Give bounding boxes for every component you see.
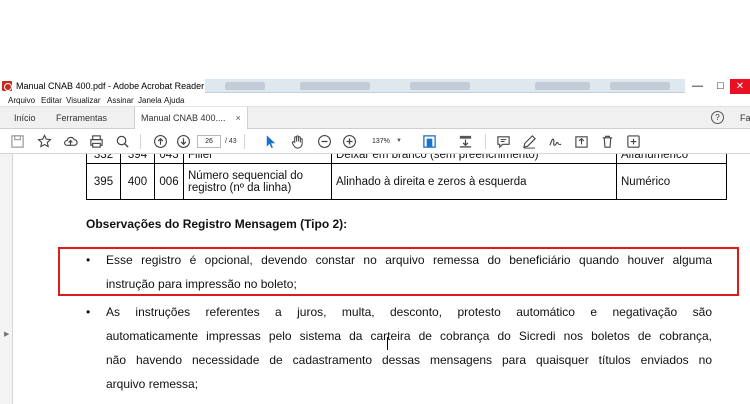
sign-icon[interactable] — [547, 133, 564, 150]
tab-document[interactable]: Manual CNAB 400.... × — [134, 107, 248, 129]
table-cell: Filler — [183, 154, 332, 164]
minimize-button[interactable]: — — [686, 79, 709, 95]
menu-arquivo[interactable]: Arquivo — [8, 94, 35, 107]
menu-bar: Arquivo Editar Visualizar Assinar Janela… — [0, 94, 750, 107]
tab-close-icon[interactable]: × — [236, 113, 241, 123]
save-icon[interactable] — [9, 133, 26, 150]
bullet-line: não havendo necessidade de cadastramento… — [106, 353, 712, 367]
bullet-item: • As instruções referentes a juros, mult… — [86, 305, 726, 401]
hand-icon[interactable] — [289, 133, 306, 150]
table-cell-line: Número sequencial do — [188, 169, 304, 182]
zoom-level-value: 137% — [372, 138, 390, 145]
more-tools-icon[interactable] — [625, 133, 642, 150]
background-window-strip — [205, 79, 685, 93]
total-pages-label: / 43 — [225, 138, 237, 145]
zoom-out-icon[interactable] — [316, 133, 333, 150]
zoom-level-select[interactable]: 137% ▼ — [366, 135, 404, 148]
table-cell: Deixar em branco (sem preenchimento) — [331, 154, 617, 164]
table-cell: 006 — [154, 163, 184, 200]
table-cell: Alfanumérico — [616, 154, 727, 164]
chevron-down-icon: ▼ — [396, 138, 402, 144]
field-table: 332 394 043 Filler Deixar em branco (sem… — [86, 154, 727, 200]
table-cell-line: registro (nº da linha) — [188, 181, 292, 194]
table-cell: 400 — [120, 163, 155, 200]
table-cell: 332 — [86, 154, 121, 164]
table-cell: 395 — [86, 163, 121, 200]
delete-icon[interactable] — [599, 133, 616, 150]
red-highlight-box — [58, 247, 739, 296]
table-row: 395 400 006 Número sequencial do registr… — [86, 163, 727, 200]
section-heading: Observações do Registro Mensagem (Tipo 2… — [86, 217, 348, 231]
page-down-icon[interactable] — [175, 133, 192, 150]
close-window-button[interactable]: ✕ — [730, 79, 750, 95]
tab-inicio[interactable]: Início — [14, 107, 36, 129]
tab-document-label: Manual CNAB 400.... — [141, 113, 226, 123]
current-page-input[interactable]: 26 — [197, 135, 221, 148]
table-cell: 043 — [154, 154, 184, 164]
fit-page-icon[interactable] — [421, 133, 438, 150]
cursor-icon[interactable] — [262, 133, 279, 150]
acrobat-app-icon — [2, 81, 12, 91]
text-cursor — [387, 337, 388, 350]
menu-visualizar[interactable]: Visualizar — [66, 94, 101, 107]
truncated-tab-label[interactable]: Fa — [740, 107, 750, 129]
main-toolbar: 26 / 43 137% ▼ — [0, 129, 750, 154]
left-panel-toggle[interactable]: ▶ — [0, 154, 13, 404]
chevron-right-icon: ▶ — [4, 331, 10, 338]
comment-icon[interactable] — [495, 133, 512, 150]
page-up-icon[interactable] — [152, 133, 169, 150]
scroll-mode-icon[interactable] — [457, 133, 474, 150]
menu-assinar[interactable]: Assinar — [107, 94, 134, 107]
upload-icon[interactable] — [62, 133, 79, 150]
tab-bar: Início Ferramentas Manual CNAB 400.... × … — [0, 107, 750, 129]
bullet-dot: • — [86, 305, 91, 319]
bullet-line: automaticamente impressas pelo sistema d… — [106, 329, 712, 343]
zoom-search-icon[interactable] — [114, 133, 131, 150]
maximize-button[interactable]: □ — [709, 79, 732, 95]
table-cell: Alinhado à direita e zeros à esquerda — [331, 163, 617, 200]
help-icon[interactable]: ? — [711, 111, 724, 124]
menu-ajuda[interactable]: Ajuda — [164, 94, 184, 107]
tab-ferramentas[interactable]: Ferramentas — [56, 107, 107, 129]
star-icon[interactable] — [36, 133, 53, 150]
zoom-in-icon[interactable] — [341, 133, 358, 150]
table-cell: 394 — [120, 154, 155, 164]
menu-editar[interactable]: Editar — [41, 94, 62, 107]
bullet-line: arquivo remessa; — [106, 377, 199, 391]
print-icon[interactable] — [88, 133, 105, 150]
menu-janela[interactable]: Janela — [138, 94, 162, 107]
bullet-line: As instruções referentes a juros, multa,… — [106, 305, 712, 319]
table-row: 332 394 043 Filler Deixar em branco (sem… — [86, 154, 727, 164]
table-cell: Numérico — [616, 163, 727, 200]
pen-icon[interactable] — [521, 133, 538, 150]
table-cell: Número sequencial do registro (nº da lin… — [183, 163, 332, 200]
document-page: 332 394 043 Filler Deixar em branco (sem… — [14, 154, 750, 404]
share-icon[interactable] — [573, 133, 590, 150]
